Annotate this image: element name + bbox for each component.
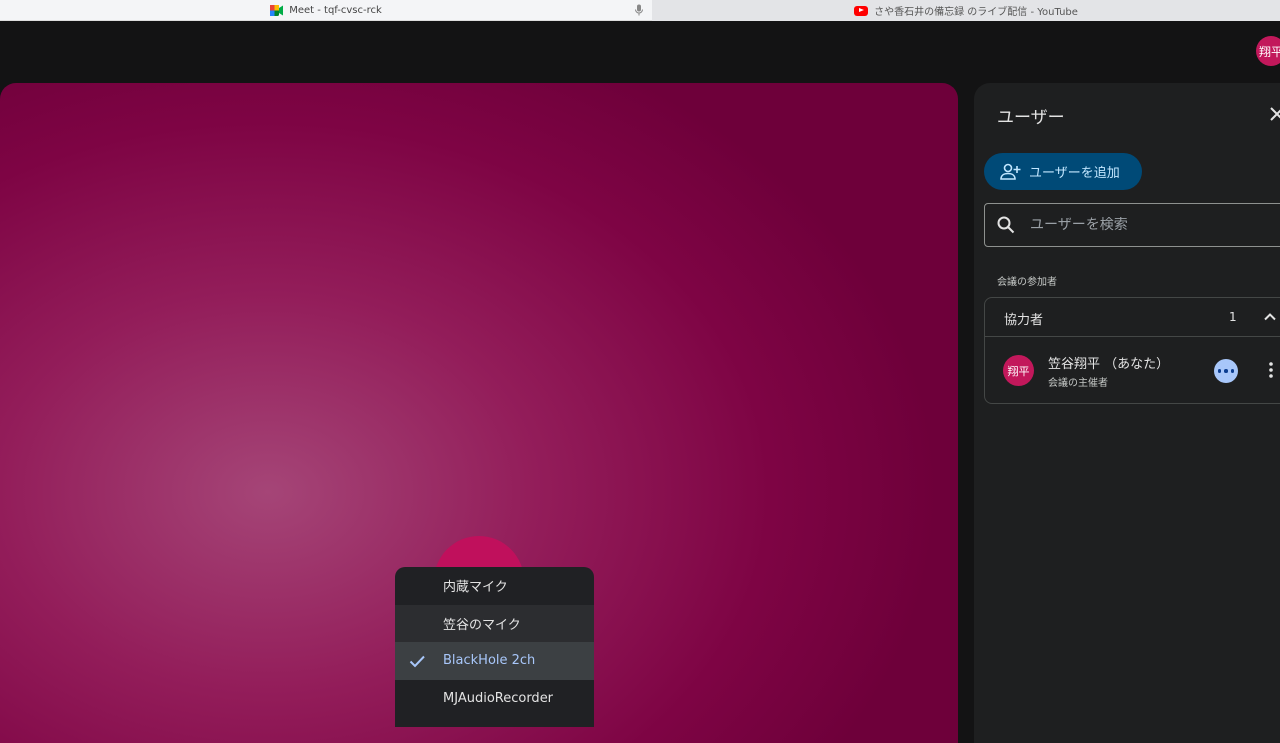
microphone-select-menu: 内蔵マイク 笠谷のマイク BlackHole 2ch MJAudioRecord… <box>395 567 594 727</box>
tab-meet[interactable]: Meet - tqf-cvsc-rck <box>0 0 652 21</box>
menu-item-mjaudiorecorder[interactable]: MJAudioRecorder <box>395 680 594 718</box>
tab-title: さや香石井の備忘録 のライブ配信 - YouTube <box>874 7 1078 18</box>
microphone-icon <box>632 3 646 17</box>
add-user-button[interactable]: ユーザーを追加 <box>984 153 1142 190</box>
group-header[interactable]: 協力者 1 <box>985 298 1280 337</box>
search-icon <box>997 216 1015 234</box>
search-field[interactable] <box>984 203 1280 247</box>
google-meet-icon <box>270 4 284 16</box>
add-user-label: ユーザーを追加 <box>1029 166 1120 181</box>
checkmark-icon <box>407 651 427 671</box>
group-name: 協力者 <box>1004 313 1044 328</box>
panel-title: ユーザー <box>997 108 1065 128</box>
menu-item-label: 内蔵マイク <box>443 580 508 596</box>
group-count: 1 <box>1229 310 1237 324</box>
tab-title: Meet - tqf-cvsc-rck <box>289 4 382 16</box>
menu-item-label: 笠谷のマイク <box>443 617 521 633</box>
chevron-up-icon[interactable] <box>1261 308 1279 326</box>
list-item: 翔平 笠谷翔平 （あなた） 会議の主催者 <box>985 337 1280 404</box>
participant-group: 協力者 1 翔平 笠谷翔平 （あなた） 会議の主催者 <box>984 297 1280 404</box>
account-avatar[interactable]: 翔平 <box>1256 36 1280 66</box>
youtube-icon <box>854 5 869 16</box>
menu-item-builtin-mic[interactable]: 内蔵マイク <box>395 567 594 605</box>
menu-item-label: MJAudioRecorder <box>443 690 554 706</box>
add-person-icon <box>1000 163 1021 180</box>
menu-item-blackhole[interactable]: BlackHole 2ch <box>395 642 594 680</box>
menu-item-label: BlackHole 2ch <box>443 653 536 669</box>
close-icon[interactable] <box>1266 103 1280 125</box>
browser-tab-strip: Meet - tqf-cvsc-rck さや香石井の備忘録 のライブ配信 - Y… <box>0 0 1280 21</box>
search-input[interactable] <box>1030 217 1270 233</box>
more-options-icon[interactable] <box>1214 359 1238 383</box>
participant-name: 笠谷翔平 （あなた） <box>1048 357 1170 372</box>
avatar: 翔平 <box>1003 355 1034 386</box>
meet-main-area: 翔平 翔平 内蔵マイク 笠谷のマイク BlackHole 2ch MJAudio… <box>0 21 1280 743</box>
tab-youtube[interactable]: さや香石井の備忘録 のライブ配信 - YouTube <box>652 0 1280 21</box>
menu-item-kasaya-mic[interactable]: 笠谷のマイク <box>395 604 594 642</box>
people-panel: ユーザー ユーザーを追加 会議の参加者 協力者 1 <box>974 83 1280 743</box>
section-label: 会議の参加者 <box>997 277 1057 288</box>
participant-role: 会議の主催者 <box>1048 378 1108 389</box>
kebab-menu-icon[interactable] <box>1261 359 1280 381</box>
